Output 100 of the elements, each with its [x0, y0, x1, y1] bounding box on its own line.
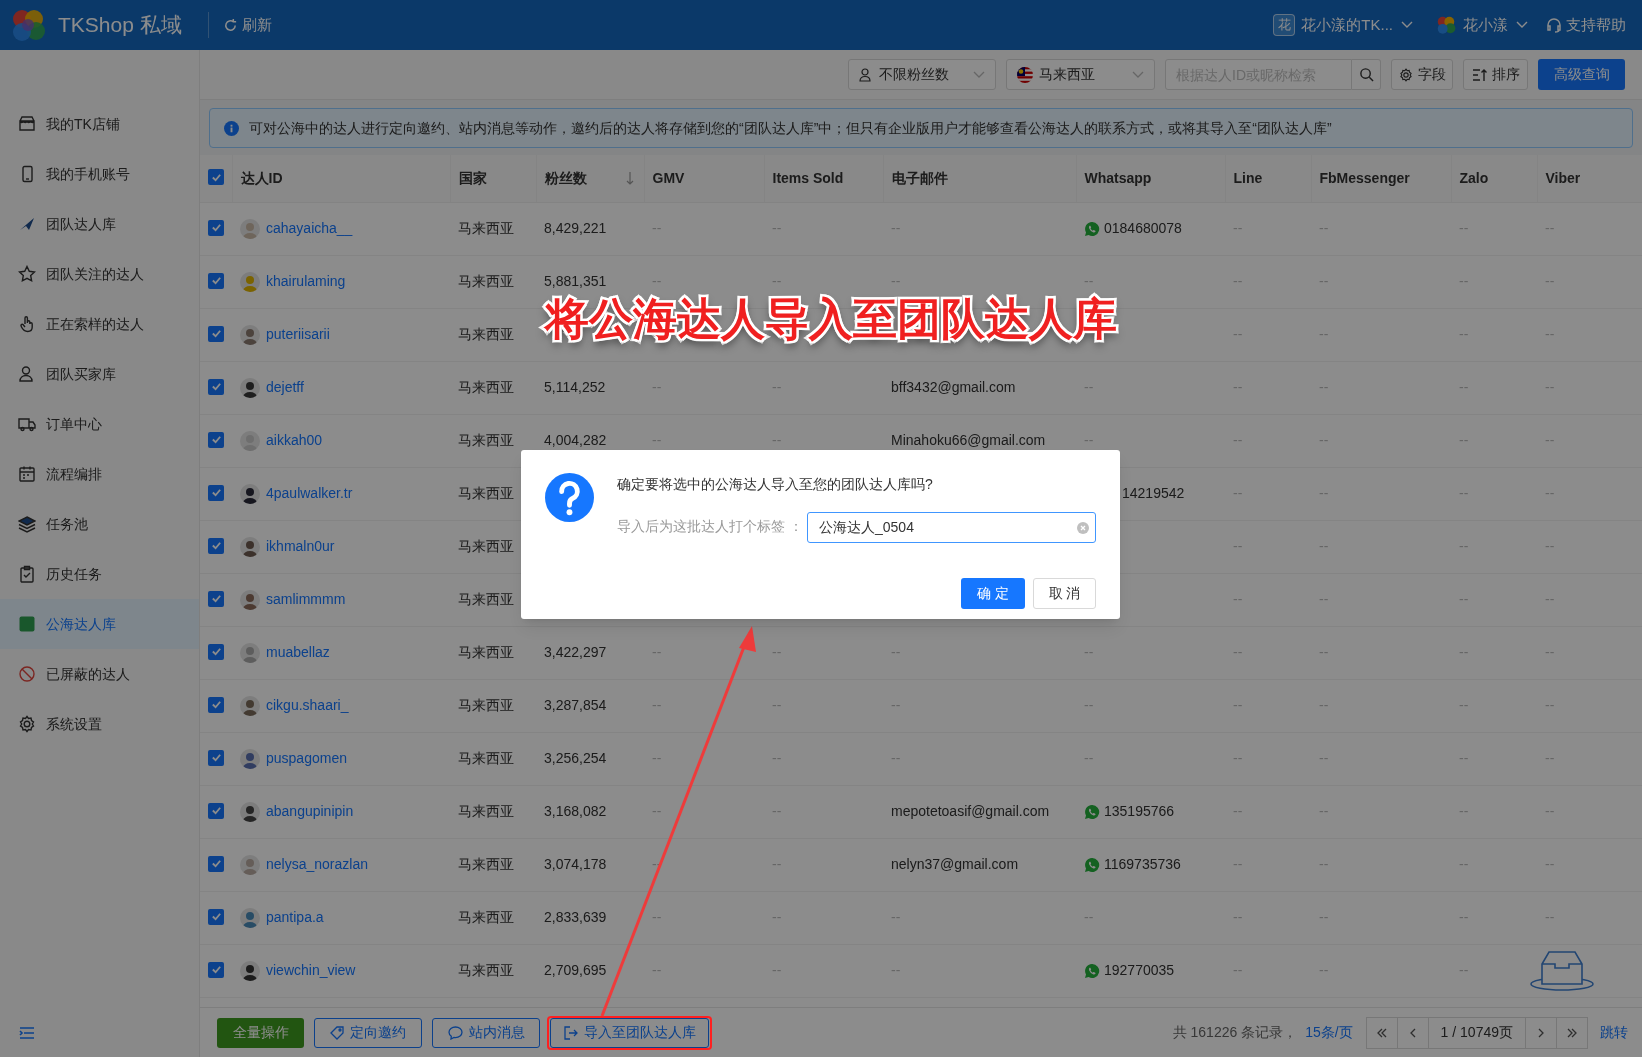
jump-link[interactable]: 跳转 — [1600, 1022, 1628, 1043]
sidebar-item[interactable]: 系统设置 — [0, 699, 199, 749]
column-header[interactable]: Viber — [1545, 167, 1581, 189]
message-button[interactable]: 站内消息 — [432, 1017, 540, 1048]
column-header[interactable]: Line — [1233, 167, 1263, 189]
creator-link[interactable]: puspagomen — [266, 748, 347, 769]
table-cell: 马来西亚 — [458, 591, 514, 607]
account-dropdown[interactable]: 花小漾的TK... — [1301, 13, 1413, 37]
creator-link[interactable]: cikgu.shaari_ — [266, 695, 349, 716]
bulk-action-button[interactable]: 全量操作 — [217, 1017, 304, 1048]
refresh-button[interactable]: 刷新 — [222, 13, 272, 37]
checkbox[interactable] — [208, 696, 224, 713]
search-button[interactable] — [1352, 59, 1381, 90]
help-link[interactable]: 支持帮助 — [1546, 13, 1626, 37]
sidebar-item[interactable]: 公海达人库 — [0, 599, 199, 649]
table-cell: -- — [1545, 273, 1555, 289]
checkbox[interactable] — [208, 378, 224, 395]
creator-link[interactable]: nelysa_norazlan — [266, 854, 368, 875]
import-button[interactable]: 导入至团队达人库 — [550, 1017, 709, 1048]
creator-link[interactable]: aikkah00 — [266, 430, 323, 451]
table-cell: -- — [1459, 485, 1469, 501]
clear-icon[interactable] — [1077, 522, 1089, 534]
checkbox[interactable] — [208, 484, 224, 501]
table-cell-text: -- — [1084, 378, 1094, 397]
table-cell: 马来西亚 — [458, 432, 514, 448]
sidebar-item[interactable]: 团队达人库 — [0, 199, 199, 249]
column-header[interactable]: 电子邮件 — [891, 167, 948, 189]
sidebar-item[interactable]: 流程编排 — [0, 449, 199, 499]
creator-link[interactable]: cahayaicha__ — [266, 218, 353, 239]
creator-link[interactable]: samlimmmm — [266, 589, 346, 610]
creator-link[interactable]: ikhmaln0ur — [266, 536, 335, 557]
checkbox[interactable] — [208, 537, 224, 554]
country-select[interactable]: 马来西亚 — [1006, 59, 1155, 90]
avatar — [240, 271, 260, 292]
table-cell: -- — [1545, 591, 1555, 607]
sidebar-item[interactable]: 我的TK店铺 — [0, 99, 199, 149]
tag-input[interactable]: 公海达人_0504 — [807, 512, 1096, 543]
last-page-button[interactable] — [1556, 1016, 1588, 1049]
sidebar-item[interactable]: 订单中心 — [0, 399, 199, 449]
table-cell: -- — [652, 909, 662, 925]
page-size-select[interactable]: 15条/页 — [1305, 1022, 1353, 1043]
table-cell-text: -- — [1084, 908, 1094, 927]
sort-arrow-icon[interactable] — [625, 171, 634, 186]
column-header[interactable]: Zalo — [1459, 167, 1489, 189]
column-header[interactable]: 粉丝数 — [544, 167, 587, 189]
table-cell: 8,429,221 — [544, 220, 607, 236]
creator-link[interactable]: viewchin_view — [266, 960, 356, 981]
checkbox[interactable] — [208, 431, 224, 448]
checkbox[interactable] — [208, 219, 224, 236]
column-header[interactable]: FbMessenger — [1319, 167, 1410, 189]
column-header[interactable]: 达人ID — [240, 167, 283, 189]
sort-button[interactable]: 排序 — [1463, 59, 1528, 90]
followers-select[interactable]: 不限粉丝数 — [848, 59, 996, 90]
column-header[interactable]: Whatsapp — [1084, 167, 1152, 189]
sidebar-item[interactable]: 任务池 — [0, 499, 199, 549]
checkbox[interactable] — [208, 325, 224, 342]
table-cell: -- — [1459, 803, 1469, 819]
checkbox[interactable] — [208, 590, 224, 607]
next-page-button[interactable] — [1525, 1016, 1557, 1049]
sidebar-item[interactable]: 历史任务 — [0, 549, 199, 599]
checkbox[interactable] — [208, 749, 224, 766]
sidebar-item[interactable]: 我的手机账号 — [0, 149, 199, 199]
first-page-button[interactable] — [1365, 1016, 1398, 1049]
menu-icon[interactable] — [19, 1026, 35, 1040]
avatar — [240, 642, 260, 663]
user-dropdown[interactable]: 花小漾 — [1463, 13, 1528, 37]
creator-link[interactable]: muabellaz — [266, 642, 330, 663]
column-header[interactable]: 国家 — [458, 167, 487, 189]
sidebar-item[interactable]: 已屏蔽的达人 — [0, 649, 199, 699]
creator-link[interactable]: dejetff — [266, 377, 304, 398]
checkbox[interactable] — [208, 961, 224, 978]
checkbox[interactable] — [208, 802, 224, 819]
checkbox[interactable] — [208, 643, 224, 660]
advanced-search-button[interactable]: 高级查询 — [1538, 59, 1625, 90]
table-cell: -- — [1319, 591, 1329, 607]
import-icon — [563, 1025, 578, 1040]
checkmark-icon — [210, 699, 222, 710]
creator-link[interactable]: 4paulwalker.tr — [266, 483, 353, 504]
column-header[interactable]: GMV — [652, 167, 685, 189]
checkbox[interactable] — [208, 908, 224, 925]
creator-link[interactable]: khairulaming — [266, 271, 346, 292]
creator-link[interactable]: puteriisarii — [266, 324, 330, 345]
cancel-button[interactable]: 取 消 — [1033, 578, 1096, 609]
checkmark-icon — [210, 171, 222, 183]
sidebar-item[interactable]: 正在索样的达人 — [0, 299, 199, 349]
table-cell: -- — [772, 644, 782, 660]
confirm-button[interactable]: 确 定 — [961, 578, 1025, 609]
whatsapp-icon — [1084, 856, 1100, 873]
sidebar-item[interactable]: 团队买家库 — [0, 349, 199, 399]
sidebar-item[interactable]: 团队关注的达人 — [0, 249, 199, 299]
dialog-question: 确定要将选中的公海达人导入至您的团队达人库吗? — [617, 475, 933, 494]
checkbox[interactable] — [208, 855, 224, 872]
invite-button[interactable]: 定向邀约 — [314, 1017, 422, 1048]
checkbox[interactable] — [208, 169, 224, 186]
fields-button[interactable]: 字段 — [1391, 59, 1453, 90]
creator-link[interactable]: abangupinipin — [266, 801, 354, 822]
creator-link[interactable]: pantipa.a — [266, 907, 324, 928]
column-header[interactable]: Items Sold — [772, 167, 844, 189]
checkbox[interactable] — [208, 272, 224, 289]
table-cell: -- — [1319, 962, 1329, 978]
